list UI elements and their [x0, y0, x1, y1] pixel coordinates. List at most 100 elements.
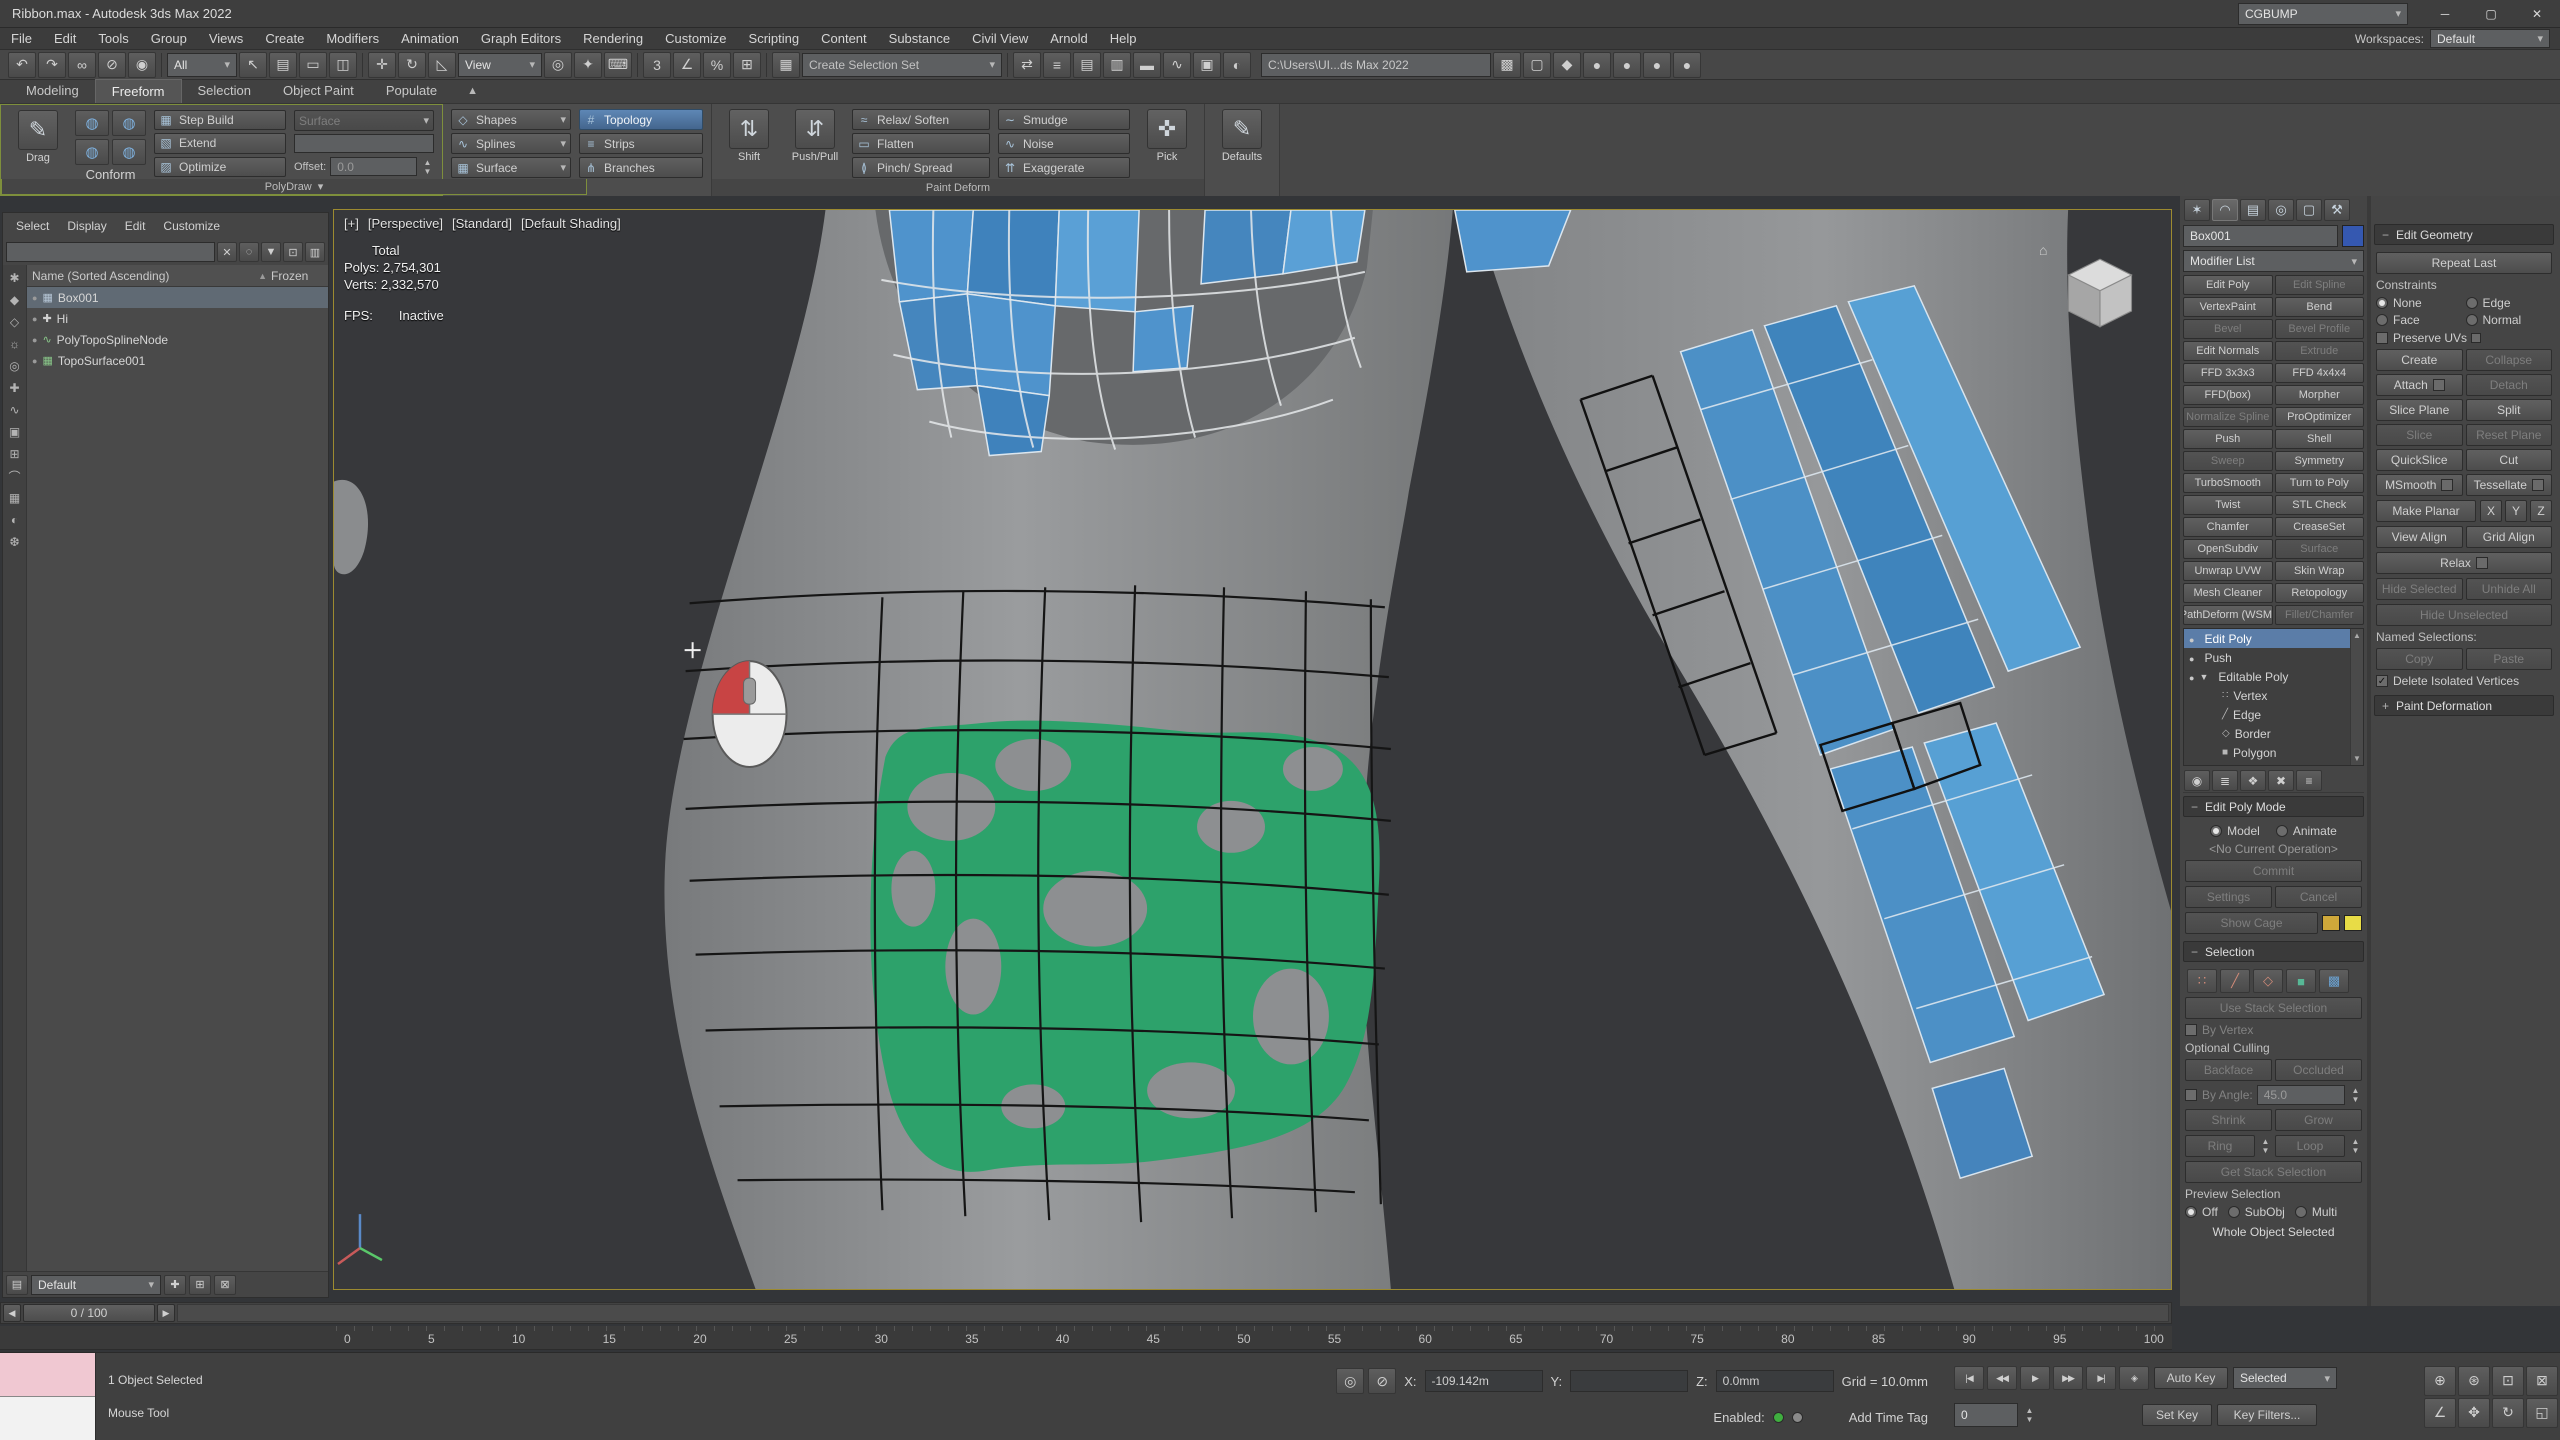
paint-deform-tool-button[interactable]: ∿Noise: [998, 133, 1130, 154]
set-key-button[interactable]: Set Key: [2142, 1404, 2212, 1426]
toggle-layer-explorer-icon[interactable]: ▥: [1103, 52, 1131, 78]
ribbon-tab[interactable]: Populate: [370, 79, 453, 103]
modifier-set-button[interactable]: Edit Spline: [2275, 275, 2365, 295]
edit-named-selection-sets-icon[interactable]: ▦: [772, 52, 800, 78]
viewcube-home-icon[interactable]: ⌂: [2039, 242, 2047, 258]
zoom-icon[interactable]: ⊕: [2424, 1366, 2456, 1396]
remove-modifier-icon[interactable]: ✖: [2268, 770, 2294, 791]
modifier-set-button[interactable]: Sweep: [2183, 451, 2273, 471]
polydraw-big-tool[interactable]: ✎ Drag: [9, 110, 67, 177]
display-tab-icon[interactable]: ▢: [2296, 199, 2322, 221]
polydraw-draw-button[interactable]: ◇Shapes: [451, 109, 571, 130]
toggle-scene-explorer-icon[interactable]: ▤: [1073, 52, 1101, 78]
offset-field[interactable]: 0.0: [330, 157, 417, 176]
menu-item[interactable]: Modifiers: [315, 28, 390, 50]
ribbon-tab[interactable]: Freeform: [95, 79, 182, 103]
time-slider-handle[interactable]: 0 / 100: [23, 1304, 155, 1322]
edit-geometry-button[interactable]: Slice: [2376, 424, 2463, 446]
modifier-set-button[interactable]: Chamfer: [2183, 517, 2273, 537]
edit-geometry-button[interactable]: Grid Align: [2466, 526, 2553, 548]
motion-tab-icon[interactable]: ◎: [2268, 199, 2294, 221]
next-frame-icon[interactable]: ▶▶: [2053, 1366, 2083, 1390]
go-to-start-icon[interactable]: |◀: [1954, 1366, 1984, 1390]
paint-deform-big-tool[interactable]: ⇅ Shift: [720, 109, 778, 178]
modifier-set-button[interactable]: Shell: [2275, 429, 2365, 449]
visibility-dot-icon[interactable]: ●: [32, 335, 37, 345]
modifier-set-button[interactable]: PathDeform (WSM): [2183, 605, 2273, 625]
offset-spinner[interactable]: [421, 158, 434, 176]
loop-spinner[interactable]: [2349, 1137, 2362, 1155]
workspaces-dropdown[interactable]: Default: [2430, 29, 2550, 48]
menu-item[interactable]: Customize: [654, 28, 737, 50]
workspace-dropdown[interactable]: CGBUMP: [2238, 3, 2408, 25]
menu-item[interactable]: Create: [254, 28, 315, 50]
menu-item[interactable]: Edit: [43, 28, 87, 50]
display-materials-icon[interactable]: ◐: [5, 510, 25, 530]
render-dim-1-icon[interactable]: ●: [1583, 52, 1611, 78]
modifier-stack-row[interactable]: ▼ ◇ Border: [2184, 724, 2350, 743]
modifier-set-button[interactable]: CreaseSet: [2275, 517, 2365, 537]
edit-geometry-button[interactable]: Hide Selected: [2376, 578, 2463, 600]
pin-stack-icon[interactable]: ◉: [2184, 770, 2210, 791]
display-bones-icon[interactable]: ⌒: [5, 466, 25, 486]
columns-icon[interactable]: ▥: [305, 242, 325, 262]
named-selection-set-field[interactable]: Create Selection Set: [802, 53, 1002, 77]
display-helpers-icon[interactable]: ✚: [5, 378, 25, 398]
mode-radio[interactable]: Animate: [2276, 824, 2337, 838]
display-groups-icon[interactable]: ▣: [5, 422, 25, 442]
modifier-stack-row[interactable]: ▼ ╱ Edge: [2184, 705, 2350, 724]
scene-object-row[interactable]: ● ✚ Hi: [27, 308, 328, 329]
by-angle-spinner[interactable]: [2349, 1086, 2362, 1104]
y-coordinate-field[interactable]: [1570, 1370, 1688, 1392]
paint-deform-tool-button[interactable]: ∼Smudge: [998, 109, 1130, 130]
modifier-set-button[interactable]: Bevel: [2183, 319, 2273, 339]
window-crossing-icon[interactable]: ◫: [329, 52, 357, 78]
select-and-manipulate-icon[interactable]: ✦: [574, 52, 602, 78]
angle-snap-icon[interactable]: ∠: [673, 52, 701, 78]
unlink-selection-icon[interactable]: ⊘: [98, 52, 126, 78]
edit-geometry-button[interactable]: Unhide All: [2466, 578, 2553, 600]
frozen-column-header[interactable]: Frozen: [271, 269, 323, 283]
modifier-set-button[interactable]: Extrude: [2275, 341, 2365, 361]
constraint-radio[interactable]: Face: [2376, 313, 2463, 327]
constraint-radio[interactable]: None: [2376, 296, 2463, 310]
make-planar-axis-button[interactable]: Y: [2505, 500, 2527, 522]
modifier-set-button[interactable]: Skin Wrap: [2275, 561, 2365, 581]
field-of-view-icon[interactable]: ∠: [2424, 1398, 2456, 1428]
edit-geometry-button[interactable]: Tessellate: [2466, 474, 2553, 496]
undo-icon[interactable]: ↶: [8, 52, 36, 78]
ribbon-tab[interactable]: Object Paint: [267, 79, 370, 103]
repeat-last-button[interactable]: Repeat Last: [2376, 252, 2552, 274]
maxscript-mini-listener[interactable]: [0, 1353, 96, 1440]
display-space-warps-icon[interactable]: ∿: [5, 400, 25, 420]
modifier-set-button[interactable]: TurboSmooth: [2183, 473, 2273, 493]
object-name-field[interactable]: Box001: [2183, 225, 2338, 247]
polygon-subobject-icon[interactable]: ■: [2286, 969, 2316, 993]
cage-selected-color-swatch[interactable]: [2344, 915, 2362, 931]
configure-modifier-sets-icon[interactable]: ≡: [2296, 770, 2322, 791]
listener-script-line[interactable]: [0, 1397, 95, 1440]
modifier-stack-row[interactable]: ▼ ∷ Vertex: [2184, 686, 2350, 705]
edit-geometry-button[interactable]: Create: [2376, 349, 2463, 371]
modifier-set-button[interactable]: Edit Normals: [2183, 341, 2273, 361]
preview-selection-radio[interactable]: SubObj: [2228, 1205, 2285, 1219]
hierarchy-tab-icon[interactable]: ▤: [2240, 199, 2266, 221]
scene-explorer-menu[interactable]: Display: [58, 219, 115, 233]
modifier-set-button[interactable]: Surface: [2275, 539, 2365, 559]
paint-deform-panel-label[interactable]: Paint Deform: [712, 179, 1204, 196]
viewport-label-segment[interactable]: [Default Shading]: [521, 216, 621, 231]
edit-geometry-button[interactable]: Collapse: [2466, 349, 2553, 371]
active-layer-dropdown[interactable]: Default: [31, 1275, 161, 1295]
render-dim-4-icon[interactable]: ●: [1673, 52, 1701, 78]
paint-deform-big-tool[interactable]: ⇵ Push/Pull: [786, 109, 844, 178]
bind-to-space-warp-icon[interactable]: ◉: [128, 52, 156, 78]
modifier-stack-row[interactable]: ▼ ■ Polygon: [2184, 743, 2350, 762]
key-filters-button[interactable]: Key Filters...: [2217, 1404, 2317, 1426]
auto-key-button[interactable]: Auto Key: [2154, 1367, 2228, 1389]
constraint-radio[interactable]: Edge: [2466, 296, 2553, 310]
add-layer-icon[interactable]: ✚: [164, 1275, 186, 1295]
ribbon-tab[interactable]: Selection: [182, 79, 267, 103]
menu-item[interactable]: Arnold: [1039, 28, 1099, 50]
modifier-stack-row[interactable]: ▼ Push: [2184, 648, 2350, 667]
visibility-dot-icon[interactable]: ●: [32, 293, 37, 303]
